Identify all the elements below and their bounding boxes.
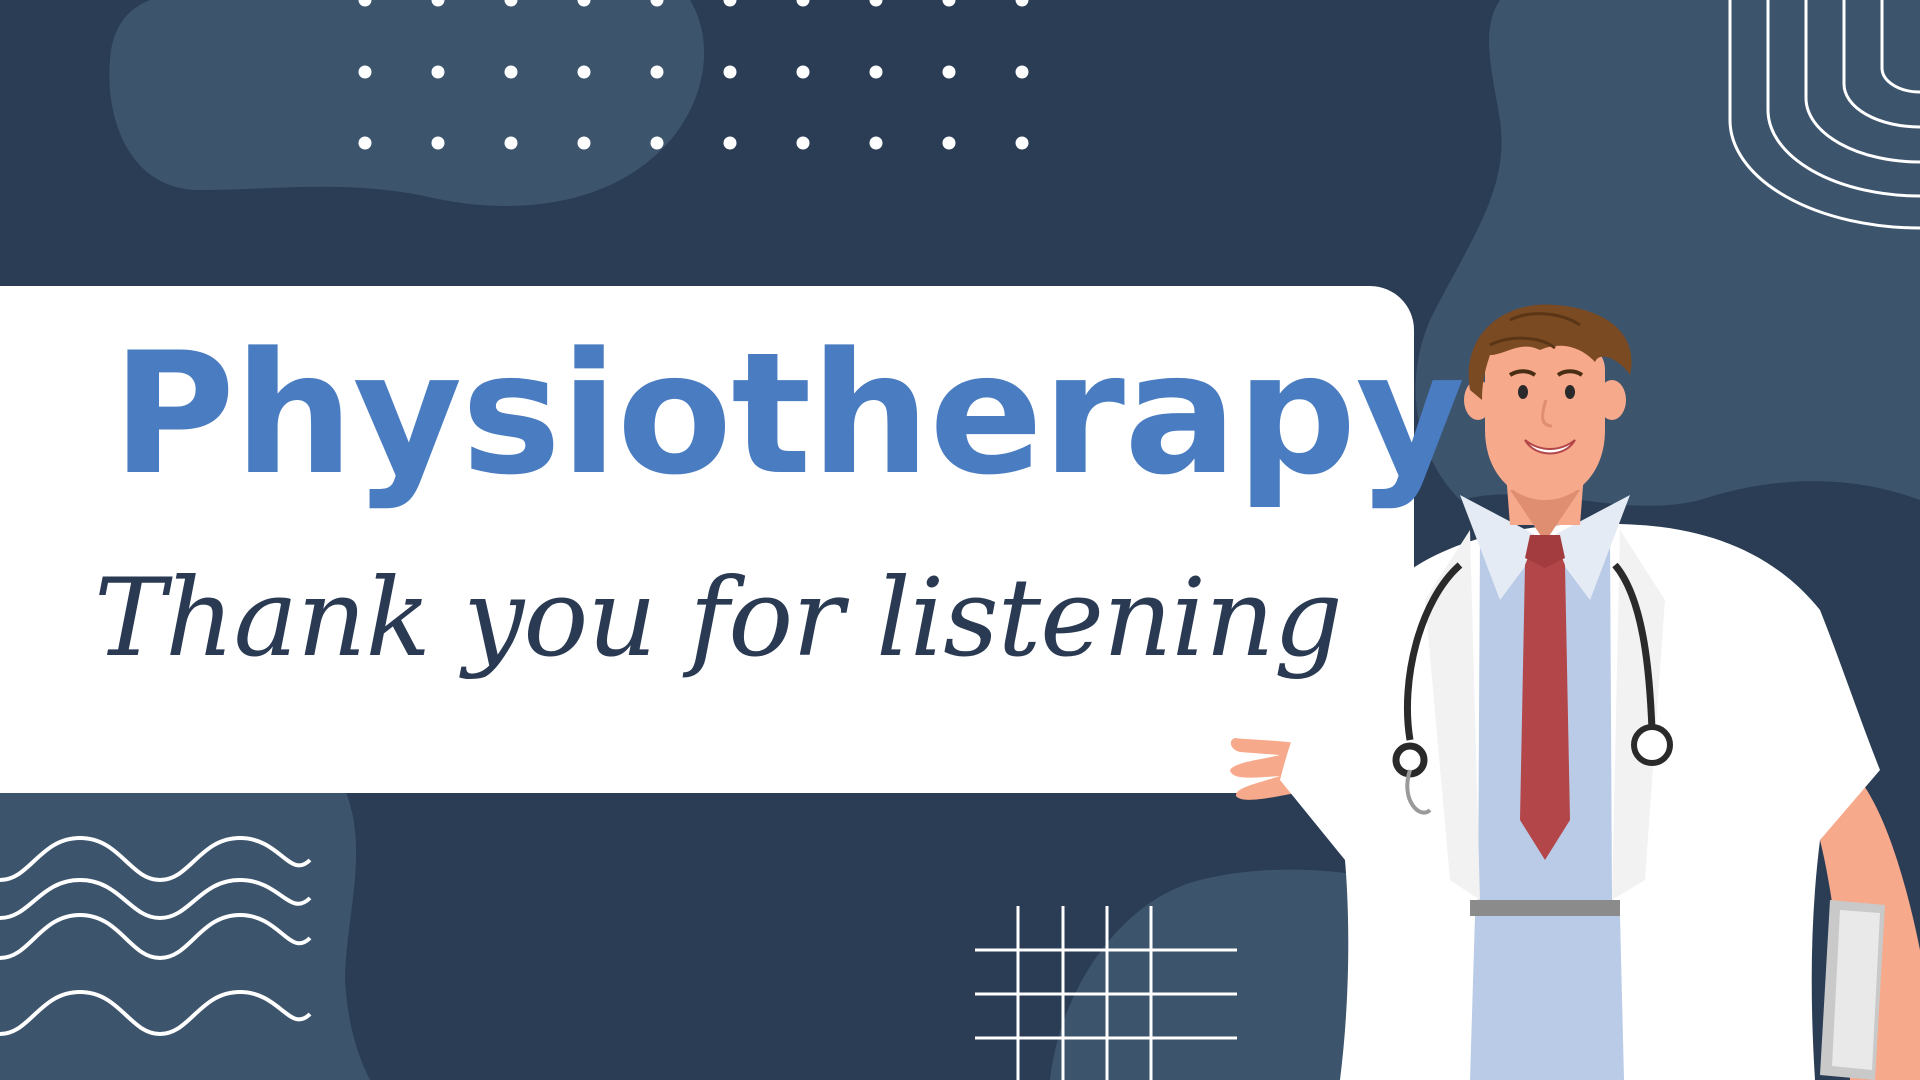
blob-top-left bbox=[109, 0, 705, 206]
belt bbox=[1470, 900, 1620, 916]
tie bbox=[1520, 545, 1570, 860]
slide: Physiotherapy Thank you for listening bbox=[0, 0, 1920, 1080]
blob-bottom-left bbox=[0, 790, 370, 1080]
doctor-illustration bbox=[1230, 304, 1920, 1080]
clipboard bbox=[1820, 900, 1885, 1080]
doctor-head bbox=[1464, 304, 1632, 500]
trousers bbox=[1470, 916, 1624, 1080]
slide-subtitle: Thank you for listening bbox=[94, 556, 1343, 681]
